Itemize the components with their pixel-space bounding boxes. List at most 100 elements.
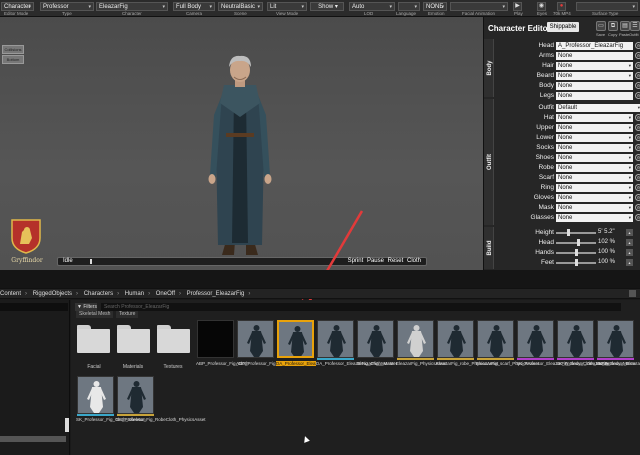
folder-facial[interactable] (77, 325, 110, 354)
shoes-select[interactable]: None ▾ (556, 154, 633, 162)
beard-settings-icon[interactable]: ⚙ (635, 72, 640, 79)
scarf-settings-icon[interactable]: ⚙ (635, 174, 640, 181)
height-slider-knob[interactable] (567, 229, 571, 236)
breadcrumb-content[interactable]: Content (0, 289, 21, 299)
asset-tile[interactable] (437, 320, 474, 358)
editor-mode-dropdown[interactable]: Character ▾ (1, 2, 34, 11)
history-icon[interactable] (629, 290, 636, 297)
lower-select[interactable]: None ▾ (556, 134, 633, 142)
upper-settings-icon[interactable]: ⚙ (635, 124, 640, 131)
hair-settings-icon[interactable]: ⚙ (635, 62, 640, 69)
show-dropdown[interactable]: Show ▾ (310, 2, 344, 11)
socks-settings-icon[interactable]: ⚙ (635, 144, 640, 151)
save-icon[interactable]: ▭ (596, 21, 606, 31)
folder-search-input[interactable] (0, 303, 68, 311)
arms-settings-icon[interactable]: ⚙ (635, 52, 640, 59)
breadcrumb-riggedobjects[interactable]: RiggedObjects (33, 289, 72, 299)
legs-settings-icon[interactable]: ⚙ (635, 92, 640, 99)
scene-dropdown[interactable]: NeutralBasic ▾ (218, 2, 263, 11)
outfit-section-tab[interactable]: Outfit (484, 99, 494, 225)
shoes-settings-icon[interactable]: ⚙ (635, 154, 640, 161)
breadcrumb-oneoff[interactable]: OneOff (156, 289, 175, 299)
asset-tile[interactable] (197, 320, 234, 358)
gloves-settings-icon[interactable]: ⚙ (635, 194, 640, 201)
breadcrumb-human[interactable]: Human (125, 289, 144, 299)
beard-select[interactable]: None ▾ (556, 72, 633, 80)
glasses-settings-icon[interactable]: ⚙ (635, 214, 640, 221)
folder-materials[interactable] (117, 325, 150, 354)
head-scale-slider-knob[interactable] (576, 239, 580, 246)
asset-tile[interactable] (597, 320, 634, 358)
character-dropdown[interactable]: EleazarFig ▾ (96, 2, 168, 11)
asset-tile[interactable] (237, 320, 274, 358)
asset-search-input[interactable]: Search Professor_EleazarFig (101, 303, 621, 311)
head-scale-spinner[interactable]: ▴ (626, 239, 633, 246)
head-select[interactable]: A_Professor_EleazarFig (556, 42, 633, 50)
type-dropdown[interactable]: Professor ▾ (40, 2, 94, 11)
view-mode-dropdown[interactable]: Lit ▾ (267, 2, 307, 11)
reset-button[interactable]: Reset (388, 258, 404, 264)
viewport[interactable]: Collisions Bottom Gryffindor Idle Sprint… (0, 17, 483, 319)
mask-select[interactable]: None ▾ (556, 204, 633, 212)
robe-settings-icon[interactable]: ⚙ (635, 164, 640, 171)
asset-tile[interactable] (477, 320, 514, 358)
folder-textures[interactable] (157, 325, 190, 354)
asset-tile[interactable] (117, 376, 154, 414)
lower-settings-icon[interactable]: ⚙ (635, 134, 640, 141)
mask-settings-icon[interactable]: ⚙ (635, 204, 640, 211)
scarf-select[interactable]: None ▾ (556, 174, 633, 182)
bottom-button[interactable]: Bottom (2, 55, 24, 64)
asset-tile[interactable] (397, 320, 434, 358)
ring-settings-icon[interactable]: ⚙ (635, 184, 640, 191)
language-dropdown[interactable]: ▾ (398, 2, 420, 11)
feet-scale-slider-knob[interactable] (575, 259, 578, 266)
shippable-badge[interactable]: Shippable (547, 22, 579, 32)
emotion-dropdown[interactable]: NONE ▾ (423, 2, 447, 11)
skeletal-mesh-filter-chip[interactable]: Skeletal Mesh (76, 311, 114, 318)
height-spinner[interactable]: ▴ (626, 229, 633, 236)
eyes-icon[interactable]: ◉ (537, 2, 546, 11)
hair-select[interactable]: None ▾ (556, 62, 633, 70)
hat-select[interactable]: None ▾ (556, 114, 633, 122)
head-settings-icon[interactable]: ⚙ (635, 42, 640, 49)
asset-tile[interactable] (557, 320, 594, 358)
asset-tile[interactable] (77, 376, 114, 414)
arms-select[interactable]: None (556, 52, 633, 60)
cloth-button[interactable]: Cloth (407, 258, 421, 264)
legs-select[interactable]: None (556, 92, 633, 100)
upper-select[interactable]: None ▾ (556, 124, 633, 132)
build-section-tab[interactable]: Build (484, 227, 494, 269)
body-settings-icon[interactable]: ⚙ (635, 82, 640, 89)
hands-scale-spinner[interactable]: ▴ (626, 249, 633, 256)
animation-bar[interactable]: Idle Sprint Pause Reset Cloth (57, 257, 427, 266)
play-icon[interactable]: ▶ (513, 2, 522, 11)
gloves-select[interactable]: None ▾ (556, 194, 633, 202)
copy-icon[interactable]: ⧉ (608, 21, 618, 31)
glasses-select[interactable]: None ▾ (556, 214, 633, 222)
body-select[interactable]: None (556, 82, 633, 90)
robe-select[interactable]: None ▾ (556, 164, 633, 172)
socks-select[interactable]: None ▾ (556, 144, 633, 152)
outfit-icon[interactable]: ☰ (630, 21, 640, 31)
filters-button[interactable]: ▼ Filters (75, 303, 97, 311)
lod-dropdown[interactable]: Auto ▾ (349, 2, 395, 11)
asset-tile[interactable] (317, 320, 354, 358)
hat-settings-icon[interactable]: ⚙ (635, 114, 640, 121)
ring-select[interactable]: None ▾ (556, 184, 633, 192)
record-icon[interactable]: ● (557, 2, 566, 11)
outfit-preset-select[interactable]: Default ▾ (556, 104, 640, 112)
collisions-button[interactable]: Collisions (2, 45, 24, 54)
asset-tile[interactable] (517, 320, 554, 358)
camera-dropdown[interactable]: Full Body ▾ (173, 2, 215, 11)
folder-tree-scrollbar[interactable] (65, 418, 69, 432)
breadcrumb-professor-eleazarfig[interactable]: Professor_EleazarFig (187, 289, 245, 299)
hands-scale-slider-knob[interactable] (575, 249, 578, 256)
feet-scale-spinner[interactable]: ▴ (626, 259, 633, 266)
breadcrumb-characters[interactable]: Characters (84, 289, 113, 299)
texture-filter-chip[interactable]: Texture (116, 311, 139, 318)
asset-tile[interactable] (357, 320, 394, 358)
body-section-tab[interactable]: Body (484, 39, 494, 97)
facial-animation-dropdown[interactable]: ▾ (450, 2, 508, 11)
height-slider[interactable] (556, 232, 596, 234)
surface-type-dropdown[interactable]: ▾ (576, 2, 638, 11)
